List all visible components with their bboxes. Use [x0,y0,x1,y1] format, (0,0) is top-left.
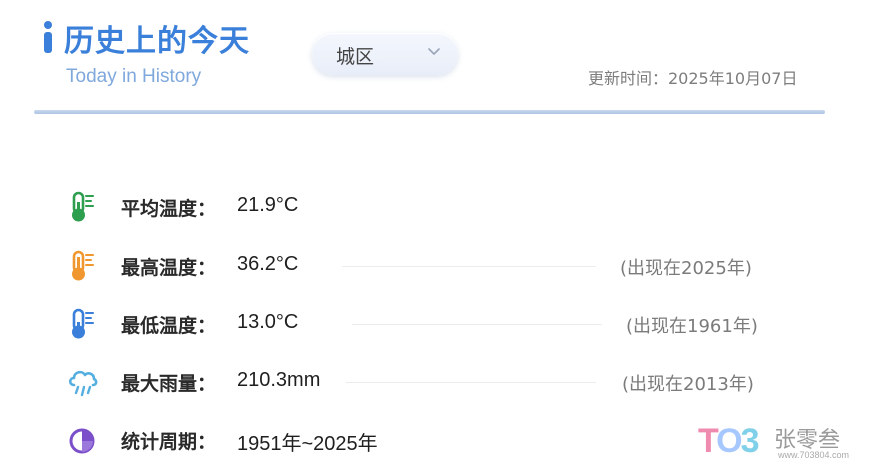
region-select[interactable]: 城区 [312,33,458,75]
stat-note: (出现在1961年) [626,316,758,337]
watermark-url: www.703804.com [778,450,850,460]
stat-label: 最高温度： [121,257,217,279]
page-subtitle: Today in History [66,66,202,87]
stat-value: 13.0°C [237,311,299,333]
stat-value: 1951年~2025年 [237,433,378,455]
rain-cloud-icon [68,370,98,397]
thermometer-orange-icon [72,250,94,281]
stat-label: 统计周期： [121,431,217,453]
info-icon [42,21,54,55]
stat-label: 最大雨量： [121,373,217,395]
chevron-down-icon [428,48,440,55]
thermometer-green-icon [72,191,94,222]
header-divider [34,110,825,114]
pie-chart-icon [69,428,95,454]
leader-line [352,324,602,325]
watermark-logo: TO3 张零叁 www.703804.com [698,420,868,466]
header: 历史上的今天 Today in History 城区 更新时间：2025年10月… [0,0,871,120]
stat-value: 210.3mm [237,369,321,391]
stat-row-max-rainfall: 最大雨量： 210.3mm (出现在2013年) [0,361,871,401]
stat-label: 平均温度： [121,198,217,220]
stat-value: 21.9°C [237,194,299,216]
leader-line [346,382,596,383]
watermark-mark: TO3 [698,422,760,460]
leader-line [342,266,596,267]
stat-value: 36.2°C [237,253,299,275]
stat-row-average-temperature: 平均温度： 21.9°C [0,186,871,226]
page-title: 历史上的今天 [64,24,250,59]
stat-row-min-temperature: 最低温度： 13.0°C (出现在1961年) [0,303,871,343]
region-select-value: 城区 [336,46,375,68]
update-time: 更新时间：2025年10月07日 [588,69,798,88]
stat-note: (出现在2013年) [622,374,754,395]
stat-row-max-temperature: 最高温度： 36.2°C (出现在2025年) [0,245,871,285]
stat-note: (出现在2025年) [620,258,752,279]
thermometer-blue-icon [72,308,94,339]
stat-label: 最低温度： [121,315,217,337]
